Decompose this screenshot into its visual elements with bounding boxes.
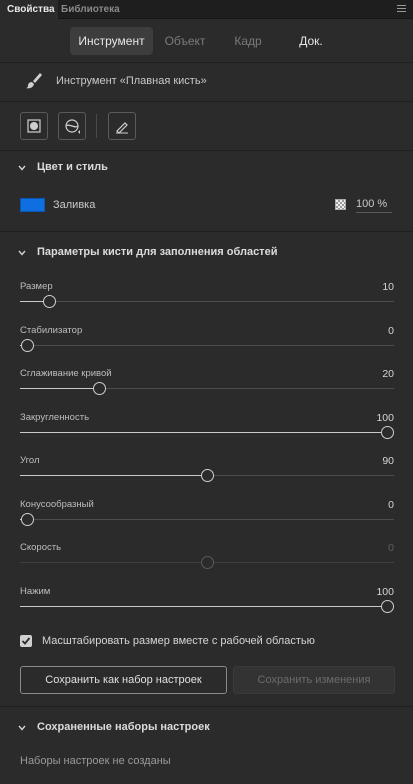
slider-value[interactable]: 0 [388, 499, 394, 511]
pressure-button[interactable] [108, 112, 136, 140]
tab-library[interactable]: Библиотека [61, 0, 120, 19]
slider-track[interactable] [20, 301, 394, 302]
angle-slider[interactable]: Угол 90 [20, 455, 394, 499]
divider [0, 62, 413, 63]
section-title: Параметры кисти для заполнения областей [37, 246, 278, 258]
color-style-section-header[interactable]: Цвет и стиль [0, 156, 413, 180]
stabilizer-slider[interactable]: Стабилизатор 0 [20, 325, 394, 369]
check-icon [21, 637, 31, 645]
slider-thumb[interactable] [42, 295, 56, 308]
curve-smoothing-slider[interactable]: Сглаживание кривой 20 [20, 368, 394, 412]
fill-color-swatch[interactable] [20, 198, 45, 212]
tab-properties[interactable]: Свойства [0, 0, 58, 19]
slider-label: Угол [20, 455, 40, 466]
slider-value[interactable]: 90 [382, 455, 394, 467]
slider-fill [20, 431, 387, 433]
slider-label: Скорость [20, 542, 62, 553]
tool-name: Инструмент «Плавная кисть» [56, 75, 207, 87]
roundness-slider[interactable]: Закругленность 100 [20, 412, 394, 456]
brush-settings-section-header[interactable]: Параметры кисти для заполнения областей [0, 241, 413, 265]
slider-thumb[interactable] [381, 599, 394, 613]
save-preset-button[interactable]: Сохранить как набор настроек [20, 666, 227, 694]
slider-label: Закругленность [20, 411, 90, 423]
draw-mode-button[interactable] [58, 112, 86, 140]
scale-with-stage-checkbox[interactable] [20, 635, 32, 647]
divider [0, 231, 413, 232]
tab-object[interactable]: Объект [160, 27, 210, 55]
slider-thumb[interactable] [21, 338, 34, 352]
slider-thumb[interactable] [201, 556, 214, 569]
brush-icon [24, 71, 44, 91]
mode-tab-bar: Инструмент Объект Кадр Док. [0, 27, 413, 55]
slider-value[interactable]: 20 [382, 368, 394, 380]
slider-value[interactable]: 0 [388, 325, 394, 337]
toolbar-separator [96, 114, 97, 138]
speed-slider[interactable]: Скорость 0 [20, 542, 394, 586]
slider-label: Нажим [20, 585, 51, 597]
slider-value[interactable]: 0 [388, 542, 394, 554]
object-drawing-mode-button[interactable] [20, 112, 48, 140]
chevron-down-icon [18, 165, 26, 171]
slider-fill [20, 388, 99, 389]
panel-menu-icon[interactable] [397, 5, 406, 13]
slider-label: Конусообразный [20, 498, 94, 510]
saved-presets-section-header[interactable]: Сохраненные наборы настроек [0, 716, 413, 740]
slider-thumb[interactable] [381, 425, 394, 439]
slider-thumb[interactable] [93, 382, 106, 395]
tab-document[interactable]: Док. [290, 27, 332, 55]
object-drawing-icon [27, 119, 41, 133]
chevron-down-icon [18, 725, 26, 731]
pen-pressure-icon [116, 122, 128, 134]
slider-fill [20, 475, 207, 476]
pressure-slider[interactable]: Нажим 100 [20, 586, 394, 630]
section-title: Цвет и стиль [37, 161, 108, 173]
slider-value[interactable]: 100 [376, 586, 394, 598]
slider-label: Сглаживание кривой [20, 368, 112, 379]
presets-empty-text: Наборы настроек не созданы [20, 755, 171, 767]
slider-value[interactable]: 100 [376, 412, 394, 424]
size-slider[interactable]: Размер 10 [20, 281, 394, 325]
chevron-down-icon [18, 250, 26, 256]
draw-mode-icon [65, 119, 80, 134]
slider-label: Размер [20, 281, 53, 292]
divider [0, 101, 413, 102]
slider-track[interactable] [20, 344, 394, 346]
divider [0, 706, 413, 707]
slider-thumb[interactable] [21, 512, 34, 526]
divider [0, 150, 413, 151]
transparency-icon [335, 199, 346, 210]
section-title: Сохраненные наборы настроек [37, 721, 210, 733]
slider-track[interactable] [20, 518, 394, 520]
tab-frame[interactable]: Кадр [226, 27, 270, 55]
slider-fill [20, 605, 387, 607]
save-changes-button[interactable]: Сохранить изменения [233, 666, 395, 694]
scale-with-stage-label: Масштабировать размер вместе с рабочей о… [42, 635, 315, 647]
fill-alpha-input[interactable]: 100 % [356, 198, 392, 213]
panel-tab-bar: Свойства Библиотека [0, 0, 413, 19]
tab-tool[interactable]: Инструмент [70, 27, 153, 55]
slider-label: Стабилизатор [20, 324, 83, 336]
slider-value[interactable]: 10 [382, 281, 394, 293]
slider-thumb[interactable] [201, 469, 214, 482]
fill-label: Заливка [53, 199, 96, 211]
taper-slider[interactable]: Конусообразный 0 [20, 499, 394, 543]
